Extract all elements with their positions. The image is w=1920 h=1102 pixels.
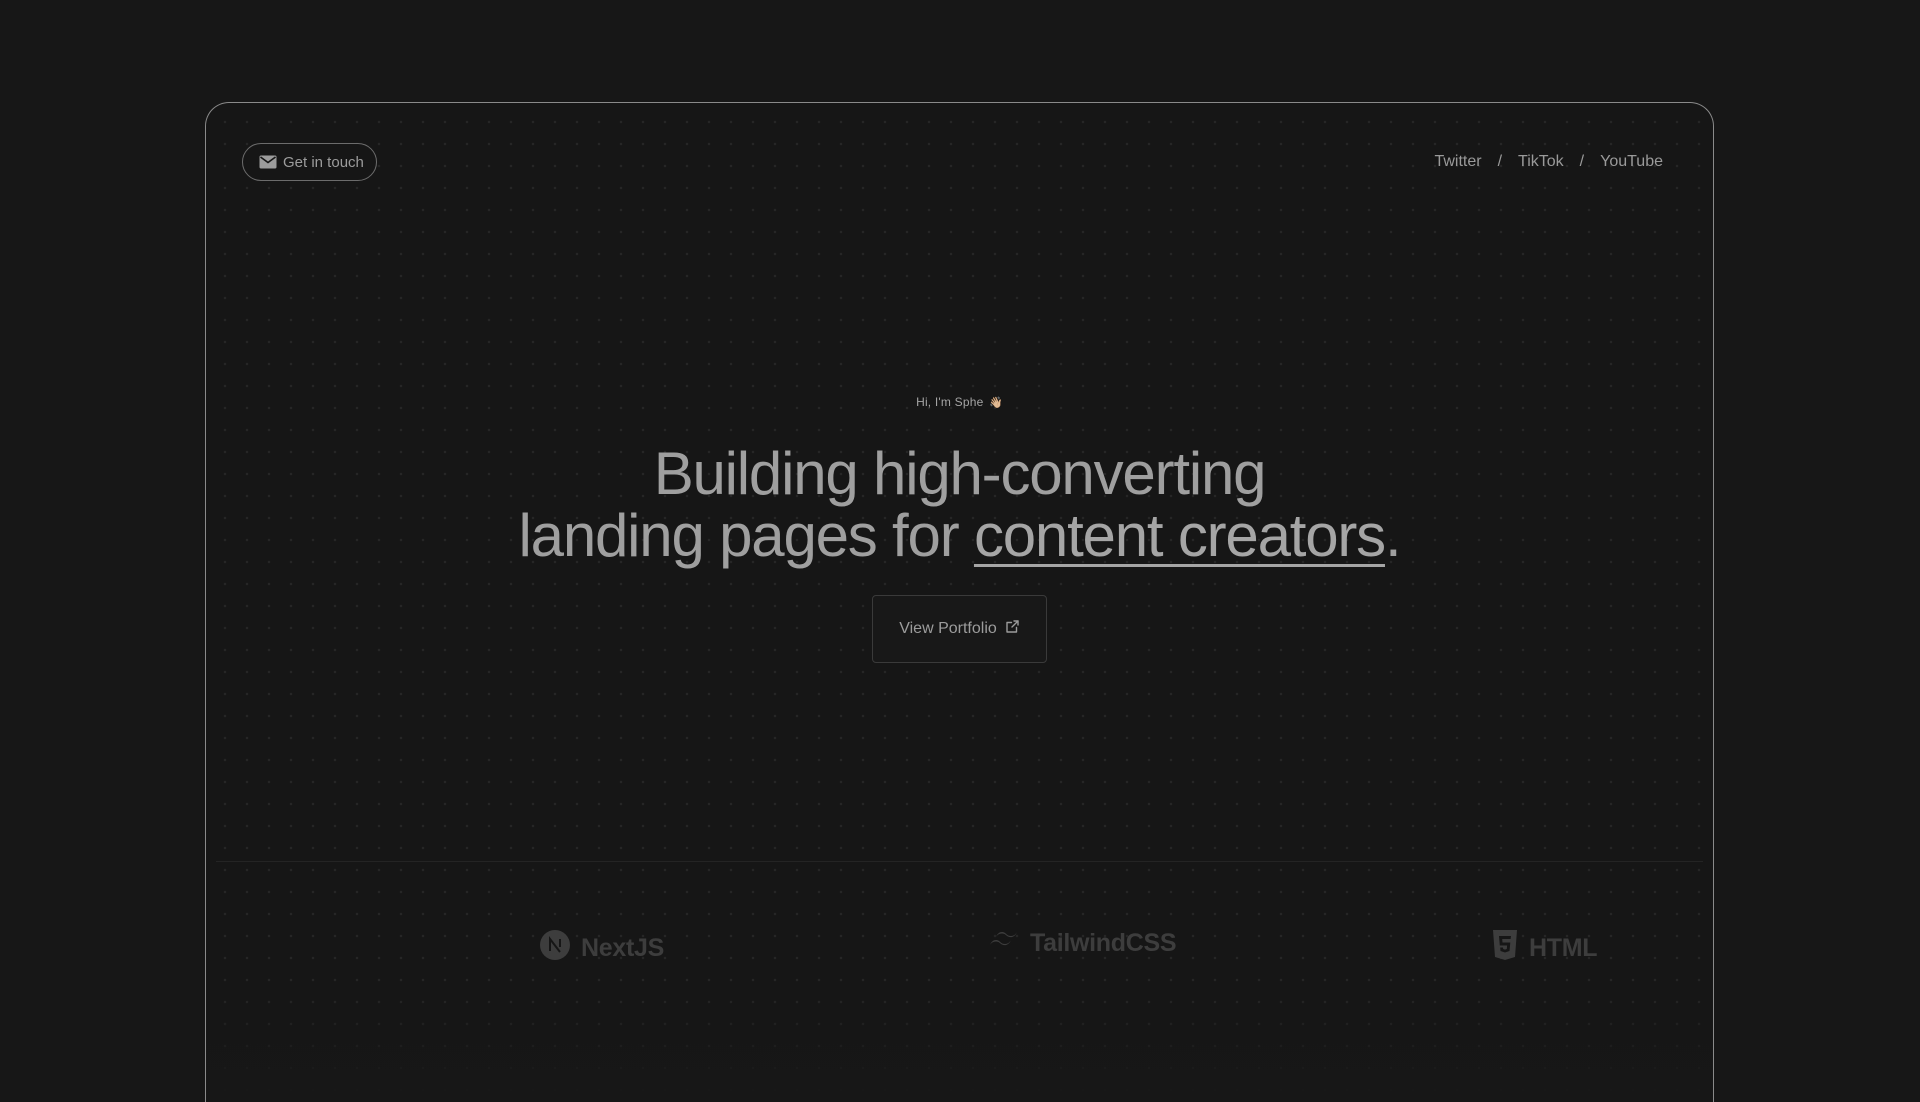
headline-line-1: Building high-converting [653, 440, 1267, 507]
get-in-touch-label: Get in touch [283, 153, 364, 171]
nextjs-icon [539, 929, 571, 968]
mail-icon [259, 155, 277, 169]
tech-nextjs: NextJS [539, 929, 664, 968]
section-divider [216, 861, 1703, 862]
hero-section: Hi, I'm Sphe 👋🏼 Building high-converting… [206, 395, 1713, 663]
nextjs-label: NextJS [581, 934, 664, 962]
separator: / [1579, 153, 1585, 170]
twitter-link[interactable]: Twitter [1434, 153, 1481, 171]
social-links: Twitter / TikTok / YouTube [1434, 153, 1663, 171]
html-label: HTML [1529, 934, 1598, 962]
headline: Building high-converting landing pages f… [206, 443, 1713, 567]
headline-line-2-prefix: landing pages for [518, 502, 974, 569]
headline-suffix: . [1384, 502, 1402, 569]
external-link-icon [1005, 619, 1020, 639]
tailwind-icon [988, 929, 1020, 958]
headline-highlight: content creators [973, 502, 1386, 569]
browser-frame: Get in touch Twitter / TikTok / YouTube … [205, 102, 1714, 1102]
tech-stack-row: NextJS TailwindCSS HTML [206, 929, 1713, 969]
wave-emoji: 👋🏼 [989, 397, 1003, 409]
youtube-link[interactable]: YouTube [1600, 153, 1663, 171]
html5-icon [1491, 929, 1519, 968]
view-portfolio-button[interactable]: View Portfolio [872, 595, 1047, 663]
tech-tailwindcss: TailwindCSS [988, 929, 1177, 958]
get-in-touch-button[interactable]: Get in touch [242, 143, 377, 181]
tiktok-link[interactable]: TikTok [1518, 153, 1564, 171]
tailwind-label: TailwindCSS [1030, 929, 1177, 957]
separator: / [1497, 153, 1503, 170]
view-portfolio-label: View Portfolio [899, 620, 997, 637]
greeting: Hi, I'm Sphe 👋🏼 [206, 395, 1713, 409]
tech-html: HTML [1491, 929, 1598, 968]
greeting-text: Hi, I'm Sphe [916, 395, 984, 409]
